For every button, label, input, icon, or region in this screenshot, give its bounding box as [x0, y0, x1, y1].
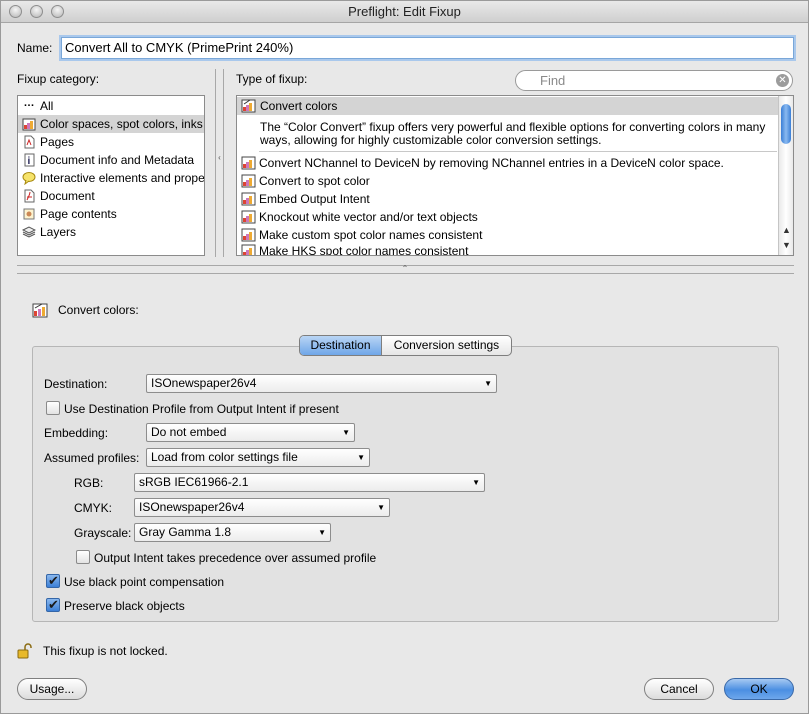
page-icon	[22, 135, 36, 149]
type-of-fixup-label: Type of fixup:	[236, 72, 308, 86]
clear-search-icon[interactable]: ✕	[776, 74, 789, 87]
use-output-intent-label: Use Destination Profile from Output Inte…	[64, 402, 339, 416]
category-item-pages[interactable]: Pages	[18, 133, 204, 151]
fixup-icon	[241, 174, 256, 188]
zoom-window-button[interactable]	[51, 5, 64, 18]
popup-arrow-icon: ▼	[357, 453, 365, 462]
destination-popup[interactable]: ISOnewspaper26v4 ▼	[146, 374, 497, 393]
popup-arrow-icon: ▼	[484, 379, 492, 388]
black-point-compensation-checkbox[interactable]	[46, 573, 60, 589]
tab-conversion-settings[interactable]: Conversion settings	[382, 336, 511, 355]
name-input[interactable]: Convert All to CMYK (PrimePrint 240%)	[61, 37, 794, 59]
category-item-interactive-elements[interactable]: Interactive elements and prope	[18, 169, 204, 187]
fixup-item[interactable]: Embed Output Intent	[237, 190, 778, 208]
popup-arrow-icon: ▼	[318, 528, 326, 537]
usage-button[interactable]: Usage...	[17, 678, 87, 700]
popup-arrow-icon: ▼	[377, 503, 385, 512]
fixup-icon	[241, 210, 256, 224]
close-window-button[interactable]	[9, 5, 22, 18]
embedding-label: Embedding:	[44, 426, 109, 440]
popup-arrow-icon: ▼	[472, 478, 480, 487]
use-output-intent-checkbox[interactable]	[46, 401, 60, 415]
fixup-item[interactable]: Convert NChannel to DeviceN by removing …	[237, 154, 778, 172]
cancel-button[interactable]: Cancel	[644, 678, 714, 700]
title-bar: Preflight: Edit Fixup	[1, 1, 808, 23]
type-of-fixup-list[interactable]: Convert colors The “Color Convert” fixup…	[236, 95, 794, 256]
splitter-right-line	[223, 69, 224, 257]
category-item-layers[interactable]: Layers	[18, 223, 204, 241]
output-intent-precedence-checkbox[interactable]	[76, 550, 90, 564]
find-search-field[interactable]: Find ✕	[515, 70, 793, 91]
vertical-splitter-handle[interactable]: ‹	[216, 153, 223, 163]
comment-icon	[22, 171, 36, 186]
rgb-label: RGB:	[74, 476, 104, 490]
fixup-item[interactable]: Convert to spot color	[237, 172, 778, 190]
pdf-icon	[22, 189, 36, 203]
scrollbar-thumb[interactable]	[781, 104, 791, 144]
description-separator	[259, 151, 777, 152]
category-item-document-info[interactable]: i Document info and Metadata	[18, 151, 204, 169]
category-item-page-contents[interactable]: Page contents	[18, 205, 204, 223]
fixup-icon	[241, 156, 256, 170]
rgb-profile-popup[interactable]: sRGB IEC61966-2.1 ▼	[134, 473, 485, 492]
preserve-black-objects-label: Preserve black objects	[64, 599, 185, 613]
popup-arrow-icon: ▼	[342, 428, 350, 437]
color-spaces-icon	[22, 117, 36, 131]
window-title: Preflight: Edit Fixup	[348, 4, 461, 19]
grayscale-profile-popup[interactable]: Gray Gamma 1.8 ▼	[134, 523, 331, 542]
settings-tabs: Destination Conversion settings	[299, 335, 512, 356]
fixup-category-label: Fixup category:	[17, 72, 100, 86]
embedding-popup[interactable]: Do not embed ▼	[146, 423, 355, 442]
detail-heading: Convert colors:	[58, 303, 139, 317]
splitter-left-line	[215, 69, 216, 257]
cmyk-label: CMYK:	[74, 501, 113, 515]
black-point-compensation-label: Use black point compensation	[64, 575, 225, 589]
ellipsis-icon: …	[23, 97, 35, 109]
scroll-up-arrow-icon[interactable]: ▲	[779, 223, 793, 237]
fixup-category-list[interactable]: … All Color spaces, spot colors, inks Pa…	[17, 95, 205, 256]
assumed-profiles-label: Assumed profiles:	[44, 451, 140, 465]
lock-status-text: This fixup is not locked.	[43, 644, 168, 658]
splitter-bottom-line	[17, 273, 794, 274]
convert-colors-icon	[32, 303, 48, 318]
output-intent-precedence-label: Output Intent takes precedence over assu…	[94, 551, 377, 565]
unlocked-padlock-icon[interactable]	[17, 643, 33, 659]
category-item-color-spaces[interactable]: Color spaces, spot colors, inks	[18, 115, 204, 133]
ok-button[interactable]: OK	[724, 678, 794, 700]
fixup-list-scrollbar[interactable]: ▲ ▼	[778, 96, 793, 255]
preserve-black-objects-checkbox[interactable]	[46, 597, 60, 613]
svg-text:i: i	[28, 156, 31, 167]
layers-icon	[21, 225, 37, 239]
cmyk-profile-popup[interactable]: ISOnewspaper26v4 ▼	[134, 498, 390, 517]
name-label: Name:	[17, 41, 53, 55]
fixup-item[interactable]: Make HKS spot color names consistent	[237, 242, 778, 255]
grayscale-label: Grayscale:	[74, 526, 132, 540]
horizontal-splitter-handle[interactable]: ⌃	[399, 265, 411, 273]
page-contents-icon	[22, 207, 36, 221]
fixup-description: The “Color Convert” fixup offers very po…	[260, 120, 766, 147]
destination-label: Destination:	[44, 377, 108, 391]
fixup-item[interactable]: Knockout white vector and/or text object…	[237, 208, 778, 226]
minimize-window-button[interactable]	[30, 5, 43, 18]
info-icon: i	[22, 153, 36, 167]
fixup-icon	[241, 244, 256, 255]
fixup-icon	[241, 192, 256, 206]
selected-fixup-row[interactable]: Convert colors	[237, 97, 778, 115]
assumed-profiles-popup[interactable]: Load from color settings file ▼	[146, 448, 370, 467]
convert-colors-icon	[241, 99, 256, 113]
fixup-icon	[241, 228, 256, 242]
scroll-down-arrow-icon[interactable]: ▼	[779, 238, 793, 252]
edit-fixup-dialog: Preflight: Edit Fixup Name: Convert All …	[0, 0, 809, 714]
category-item-document[interactable]: Document	[18, 187, 204, 205]
tab-destination[interactable]: Destination	[300, 336, 382, 355]
category-item-all[interactable]: … All	[18, 97, 204, 115]
